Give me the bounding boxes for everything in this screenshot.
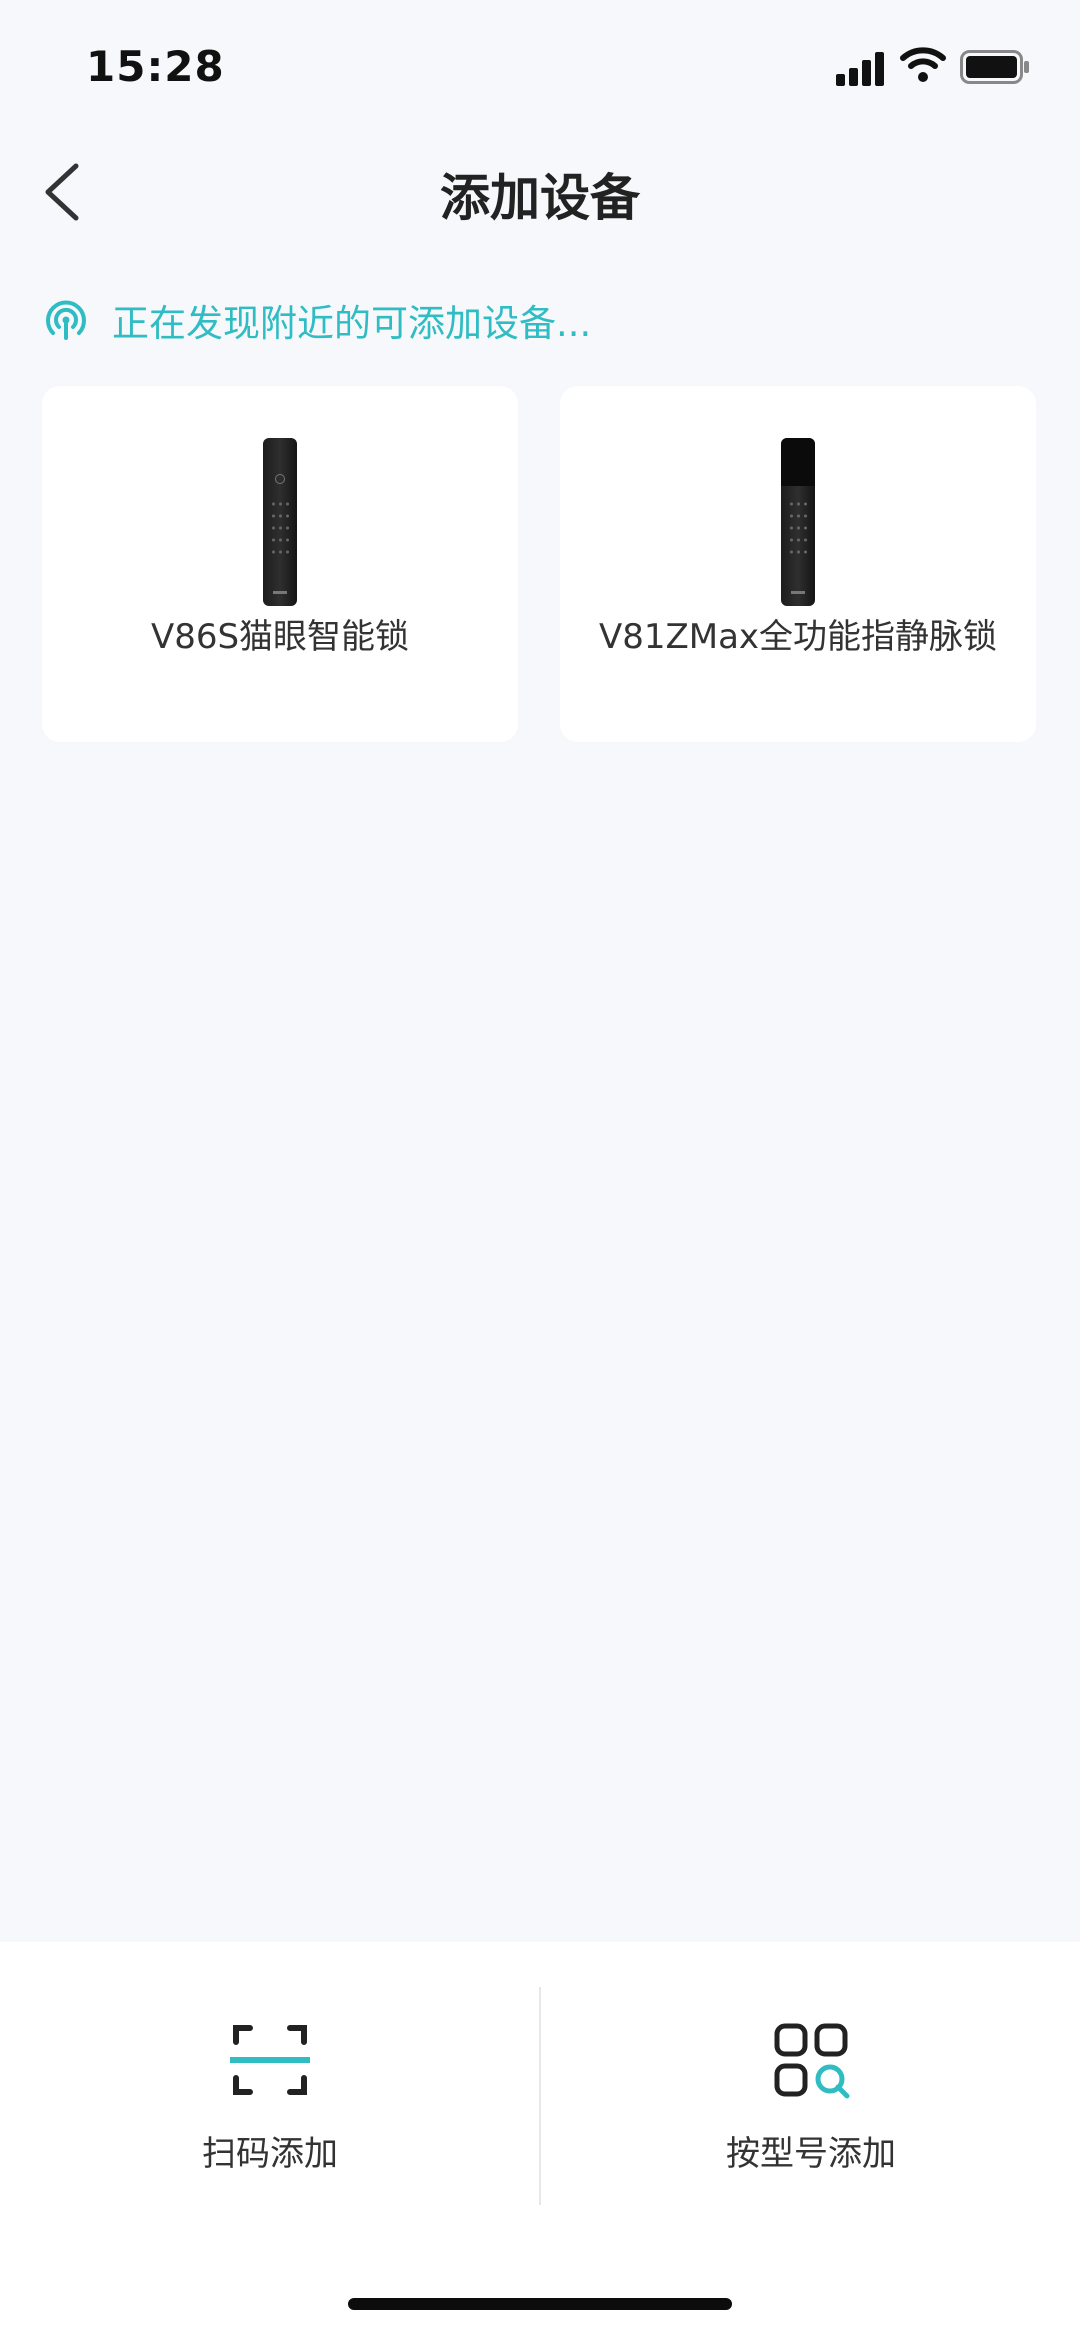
- scan-status: 正在发现附近的可添加设备...: [44, 290, 591, 350]
- add-by-model-label: 按型号添加: [726, 2134, 896, 2174]
- device-name: V86S猫眼智能锁: [150, 617, 410, 657]
- smart-lock-image: [263, 438, 297, 606]
- scan-code-add-label: 扫码添加: [202, 2134, 338, 2174]
- device-card[interactable]: V86S猫眼智能锁: [42, 386, 518, 742]
- wifi-icon: [900, 47, 946, 82]
- page-title: 添加设备: [440, 169, 640, 227]
- nav-bar: 添加设备: [0, 140, 1080, 240]
- home-indicator: [348, 2298, 732, 2310]
- add-by-model-button[interactable]: 按型号添加: [541, 1942, 1080, 2222]
- add-device-screen: 15:28 添加设备 正在发现附近的可添加设备... V86S猫眼智能锁 V81…: [0, 0, 1080, 2337]
- status-bar: 15:28: [0, 0, 1080, 130]
- scan-code-add-button[interactable]: 扫码添加: [0, 1942, 540, 2222]
- model-search-icon: [774, 2023, 850, 2099]
- device-name: V81ZMax全功能指静脉锁: [598, 617, 998, 657]
- bottom-action-bar: 扫码添加 按型号添加: [0, 1942, 1080, 2337]
- scan-status-text: 正在发现附近的可添加设备...: [112, 302, 592, 345]
- smart-lock-image: [781, 438, 815, 606]
- radar-scan-icon: [46, 300, 86, 340]
- device-card[interactable]: V81ZMax全功能指静脉锁: [560, 386, 1036, 742]
- scan-code-icon: [230, 2025, 310, 2095]
- status-time: 15:28: [86, 42, 225, 91]
- battery-icon: [960, 50, 1029, 84]
- cellular-signal-icon: [836, 50, 886, 86]
